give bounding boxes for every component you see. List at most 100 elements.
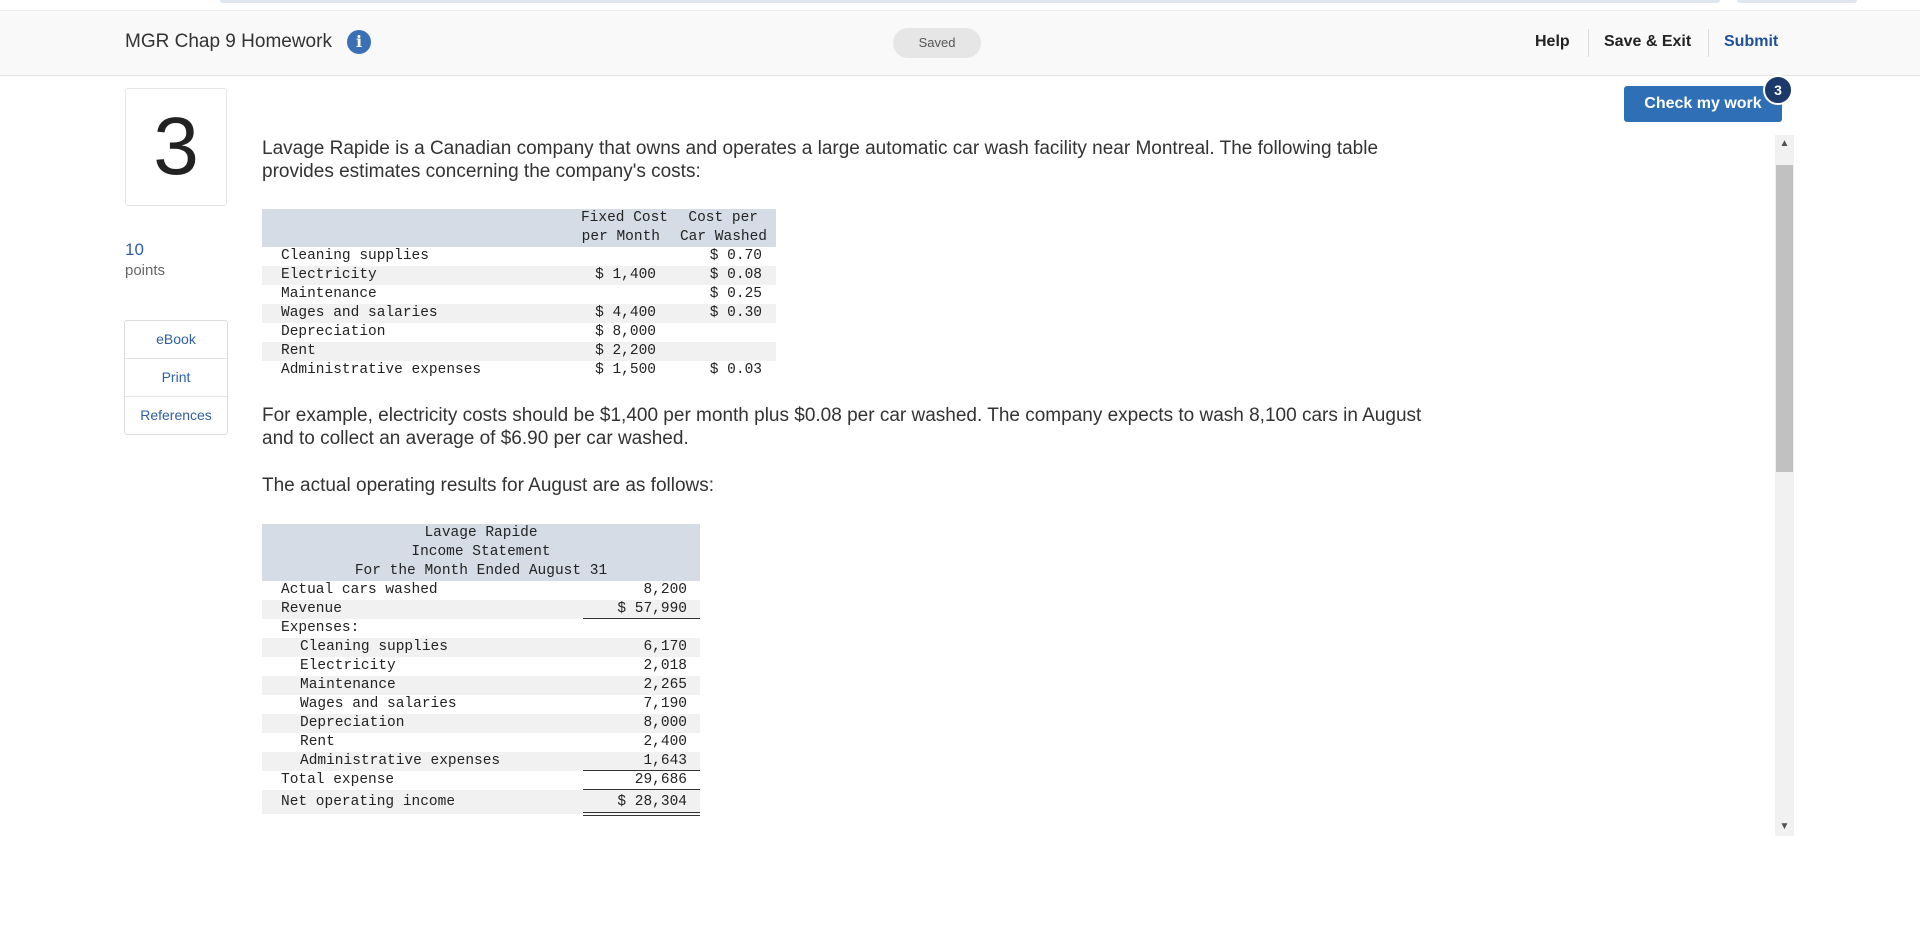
top-strip xyxy=(0,0,1920,10)
assignment-title: MGR Chap 9 Homework xyxy=(125,31,332,52)
scroll-down-arrow-icon[interactable]: ▼ xyxy=(1775,818,1794,836)
statement-title-row: Income Statement xyxy=(262,543,700,562)
table-row: Depreciation 8,000 xyxy=(262,714,700,733)
row-label: Depreciation xyxy=(300,715,405,731)
table-row: Wages and salaries $ 4,400 $ 0.30 xyxy=(262,304,776,323)
cost-label: Wages and salaries xyxy=(281,305,438,321)
table-row: Administrative expenses $ 1,500 $ 0.03 xyxy=(262,361,776,380)
statement-title-row: Lavage Rapide xyxy=(262,524,700,543)
top-progress-bar-right xyxy=(1737,0,1857,3)
row-value: 29,686 xyxy=(634,772,687,788)
print-link[interactable]: Print xyxy=(125,359,227,397)
row-value: 8,200 xyxy=(643,582,687,598)
question-number-box: 3 xyxy=(125,88,227,206)
cost-label: Electricity xyxy=(281,267,377,283)
column-header: Car Washed xyxy=(679,229,767,245)
variable-cost: $ 0.08 xyxy=(709,267,762,283)
statement-name: Income Statement xyxy=(411,544,551,560)
variable-cost: $ 0.70 xyxy=(709,248,762,264)
table-row: Electricity $ 1,400 $ 0.08 xyxy=(262,266,776,285)
scroll-up-arrow-icon[interactable]: ▲ xyxy=(1775,135,1794,153)
row-label: Actual cars washed xyxy=(281,582,438,598)
table-header-row: per Month Car Washed xyxy=(262,228,776,247)
cost-label: Maintenance xyxy=(281,286,377,302)
statement-company: Lavage Rapide xyxy=(424,525,538,541)
cost-label: Depreciation xyxy=(281,324,386,340)
fixed-cost: $ 2,200 xyxy=(595,343,656,359)
row-label: Wages and salaries xyxy=(300,696,457,712)
column-header: per Month xyxy=(581,229,660,245)
table-row: Wages and salaries 7,190 xyxy=(262,695,700,714)
table-header-row: Fixed Cost Cost per xyxy=(262,209,776,228)
row-value: 7,190 xyxy=(643,696,687,712)
row-value: $ 28,304 xyxy=(617,794,687,810)
table-row: Cleaning supplies $ 0.70 xyxy=(262,247,776,266)
table-row: Rent 2,400 xyxy=(262,733,700,752)
variable-cost: $ 0.25 xyxy=(709,286,762,302)
actual-results-intro: The actual operating results for August … xyxy=(262,475,715,496)
cost-estimates-table: Fixed Cost Cost per per Month Car Washed… xyxy=(262,209,776,380)
table-row: Depreciation $ 8,000 xyxy=(262,323,776,342)
row-label: Net operating income xyxy=(281,794,456,810)
statement-period: For the Month Ended August 31 xyxy=(354,563,608,579)
ebook-link[interactable]: eBook xyxy=(125,321,227,359)
row-label: Expenses: xyxy=(281,620,360,636)
header-divider xyxy=(1708,29,1709,57)
row-value: 2,400 xyxy=(643,734,687,750)
points-label: points xyxy=(125,262,166,279)
row-value: 2,265 xyxy=(643,677,687,693)
saved-status-badge: Saved xyxy=(893,28,981,58)
question-intro: Lavage Rapide is a Canadian company that… xyxy=(262,138,1379,182)
cost-label: Rent xyxy=(281,343,316,359)
income-statement-table: Lavage Rapide Income Statement For the M… xyxy=(262,524,700,816)
check-attempts-badge: 3 xyxy=(1763,75,1793,105)
fixed-cost: $ 4,400 xyxy=(595,305,656,321)
top-progress-bar xyxy=(220,0,1720,3)
table-row: Revenue $ 57,990 xyxy=(262,600,700,619)
scrollbar-thumb[interactable] xyxy=(1776,165,1793,472)
example-paragraph: For example, electricity costs should be… xyxy=(262,405,1422,449)
row-label: Administrative expenses xyxy=(300,753,501,769)
cost-label: Administrative expenses xyxy=(281,362,482,378)
save-exit-link[interactable]: Save & Exit xyxy=(1604,33,1691,51)
question-number: 3 xyxy=(153,101,199,192)
row-label: Total expense xyxy=(281,772,395,788)
table-row: Total expense 29,686 xyxy=(262,771,700,790)
column-header: Fixed Cost xyxy=(580,210,668,226)
row-label: Rent xyxy=(300,734,335,750)
row-value: 1,643 xyxy=(643,753,687,769)
row-value: $ 57,990 xyxy=(617,601,687,617)
help-link[interactable]: Help xyxy=(1535,33,1570,51)
header-bar: MGR Chap 9 Homework i Saved Help Save & … xyxy=(0,10,1920,76)
fixed-cost: $ 8,000 xyxy=(595,324,656,340)
table-row: Cleaning supplies 6,170 xyxy=(262,638,700,657)
fixed-cost: $ 1,400 xyxy=(595,267,656,283)
fixed-cost: $ 1,500 xyxy=(595,362,656,378)
row-label: Cleaning supplies xyxy=(300,639,448,655)
row-label: Revenue xyxy=(281,601,342,617)
info-icon[interactable]: i xyxy=(347,30,371,54)
column-header: Cost per xyxy=(688,210,758,226)
table-row: Actual cars washed 8,200 xyxy=(262,581,700,600)
table-row: Expenses: xyxy=(262,619,700,638)
row-value: 2,018 xyxy=(643,658,687,674)
row-value: 6,170 xyxy=(643,639,687,655)
header-divider xyxy=(1588,29,1589,57)
row-value: 8,000 xyxy=(643,715,687,731)
table-row: Net operating income $ 28,304 xyxy=(262,790,700,816)
table-row: Rent $ 2,200 xyxy=(262,342,776,361)
table-row: Maintenance $ 0.25 xyxy=(262,285,776,304)
statement-title-row: For the Month Ended August 31 xyxy=(262,562,700,581)
resource-links: eBook Print References xyxy=(124,320,228,435)
points-value: 10 xyxy=(125,240,144,259)
double-underline xyxy=(583,812,700,813)
cost-label: Cleaning supplies xyxy=(281,248,429,264)
variable-cost: $ 0.03 xyxy=(709,362,762,378)
variable-cost: $ 0.30 xyxy=(709,305,762,321)
table-row: Administrative expenses 1,643 xyxy=(262,752,700,771)
table-row: Maintenance 2,265 xyxy=(262,676,700,695)
submit-link[interactable]: Submit xyxy=(1724,33,1778,51)
references-link[interactable]: References xyxy=(125,397,227,434)
table-row: Electricity 2,018 xyxy=(262,657,700,676)
check-my-work-button[interactable]: Check my work xyxy=(1624,86,1782,122)
